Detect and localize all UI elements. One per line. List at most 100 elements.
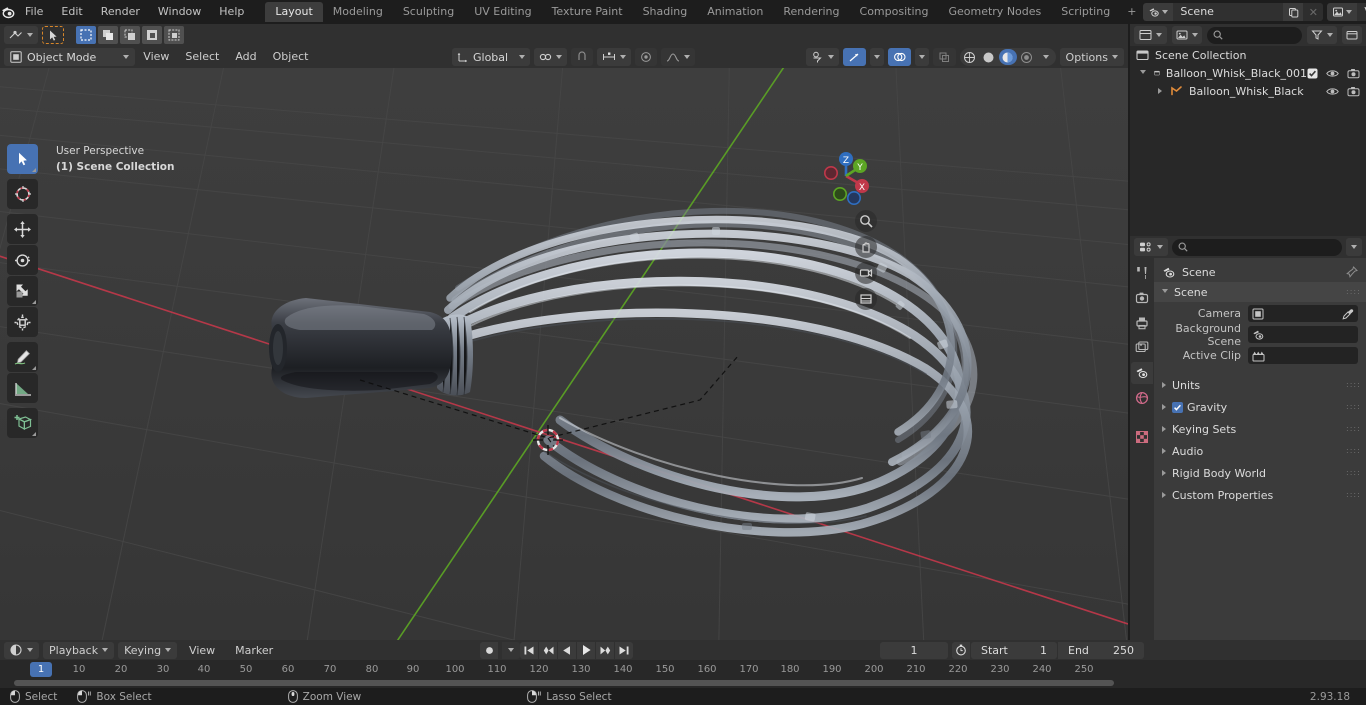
start-value[interactable]: 1 xyxy=(1040,644,1047,657)
menu-window[interactable]: Window xyxy=(149,2,210,22)
select-new-button[interactable] xyxy=(76,26,96,44)
panel-units[interactable]: Units :::: xyxy=(1154,375,1366,395)
shading-solid-button[interactable] xyxy=(980,49,998,65)
cursor-tool[interactable] xyxy=(7,179,38,209)
jump-to-prev-keyframe-button[interactable] xyxy=(539,641,557,659)
tab-rendering[interactable]: Rendering xyxy=(773,2,849,22)
timeline-editor-type-selector[interactable] xyxy=(4,641,39,659)
eyedropper-icon[interactable] xyxy=(1342,308,1354,320)
jump-to-start-button[interactable] xyxy=(520,641,538,659)
outliner-root-row[interactable]: Scene Collection xyxy=(1130,46,1366,64)
editor-type-selector[interactable] xyxy=(4,26,38,44)
tab-scene-properties[interactable] xyxy=(1131,362,1153,384)
keying-menu[interactable]: Keying xyxy=(118,641,178,659)
visibility-selector[interactable] xyxy=(805,48,839,66)
tab-geometry-nodes[interactable]: Geometry Nodes xyxy=(938,2,1051,22)
shading-options-selector[interactable] xyxy=(1037,49,1055,65)
measure-tool[interactable] xyxy=(7,373,38,403)
tab-scripting[interactable]: Scripting xyxy=(1051,2,1120,22)
auto-keying-options[interactable] xyxy=(502,641,520,659)
panel-audio[interactable]: Audio :::: xyxy=(1154,441,1366,461)
outliner-editor-type-selector[interactable] xyxy=(1134,26,1167,44)
tab-view-layer-properties[interactable] xyxy=(1131,337,1153,359)
use-preview-range-button[interactable] xyxy=(952,641,970,659)
xray-toggle-button[interactable] xyxy=(932,48,956,66)
view-layer-icon[interactable] xyxy=(1327,3,1358,21)
background-scene-field[interactable] xyxy=(1248,326,1358,343)
outliner-new-collection-button[interactable] xyxy=(1342,26,1362,44)
tab-shading[interactable]: Shading xyxy=(633,2,698,22)
jump-to-end-button[interactable] xyxy=(615,641,633,659)
panel-scene-header[interactable]: Scene :::: xyxy=(1154,282,1366,302)
proportional-editing-toggle[interactable] xyxy=(635,48,657,66)
disclosure-open-icon[interactable] xyxy=(1140,69,1146,77)
menu-file[interactable]: File xyxy=(16,2,52,22)
overlays-options-selector[interactable] xyxy=(914,48,929,66)
play-button[interactable] xyxy=(577,641,595,659)
tab-sculpting[interactable]: Sculpting xyxy=(393,2,464,22)
scene-selector[interactable]: Scene ✕ xyxy=(1143,3,1324,21)
playhead[interactable]: 1 xyxy=(30,662,52,677)
menu-edit[interactable]: Edit xyxy=(52,2,91,22)
snap-target-selector[interactable] xyxy=(534,48,567,66)
options-button[interactable]: Options xyxy=(1059,48,1124,66)
tab-world-properties[interactable] xyxy=(1131,387,1153,409)
camera-render-icon[interactable] xyxy=(1347,86,1360,97)
tab-render-properties[interactable] xyxy=(1131,287,1153,309)
select-subtract-button[interactable] xyxy=(120,26,140,44)
current-frame-field[interactable]: 1 xyxy=(880,641,948,659)
blender-logo-icon[interactable] xyxy=(0,0,16,24)
annotate-tool[interactable] xyxy=(7,342,38,372)
navigation-gizmo[interactable]: Z Y X xyxy=(814,144,878,208)
panel-rigid-body-world[interactable]: Rigid Body World :::: xyxy=(1154,463,1366,483)
transform-orientation-selector[interactable]: Global xyxy=(452,48,530,66)
scene-name[interactable]: Scene xyxy=(1173,3,1284,21)
move-tool[interactable] xyxy=(7,214,38,244)
tweak-tool[interactable] xyxy=(7,144,38,174)
camera-field[interactable] xyxy=(1248,305,1358,322)
gravity-checkbox[interactable] xyxy=(1172,401,1183,413)
outliner-filter-button[interactable] xyxy=(1307,26,1337,44)
tab-uv-editing[interactable]: UV Editing xyxy=(464,2,541,22)
properties-options-selector[interactable] xyxy=(1346,238,1362,256)
add-workspace-button[interactable]: + xyxy=(1120,2,1143,22)
scene-icon[interactable] xyxy=(1143,3,1174,21)
collection-checkbox[interactable] xyxy=(1307,68,1318,79)
jump-to-next-keyframe-button[interactable] xyxy=(596,641,614,659)
panel-custom-properties[interactable]: Custom Properties :::: xyxy=(1154,485,1366,505)
tab-animation[interactable]: Animation xyxy=(697,2,773,22)
eye-icon[interactable] xyxy=(1326,68,1339,79)
timeline-menu-marker[interactable]: Marker xyxy=(227,642,281,659)
tab-output-properties[interactable] xyxy=(1131,312,1153,334)
3d-viewport[interactable]: User Perspective (1) Scene Collection Z … xyxy=(0,68,1128,640)
transform-tool[interactable] xyxy=(7,307,38,337)
object-mode-selector[interactable]: Object Mode xyxy=(4,48,136,66)
scale-tool[interactable] xyxy=(7,276,38,306)
unlink-scene-button[interactable]: ✕ xyxy=(1303,3,1324,21)
tab-compositing[interactable]: Compositing xyxy=(850,2,939,22)
panel-gravity[interactable]: Gravity :::: xyxy=(1154,397,1366,417)
viewport-menu-view[interactable]: View xyxy=(135,48,177,66)
tab-texture-paint[interactable]: Texture Paint xyxy=(542,2,633,22)
select-intersect-button[interactable] xyxy=(164,26,184,44)
shading-rendered-button[interactable] xyxy=(1018,49,1036,65)
end-value[interactable]: 250 xyxy=(1113,644,1134,657)
viewport-menu-object[interactable]: Object xyxy=(265,48,317,66)
falloff-curve-selector[interactable] xyxy=(661,48,695,66)
view-layer-name[interactable]: View Layer xyxy=(1357,3,1366,21)
viewport-menu-add[interactable]: Add xyxy=(227,48,264,66)
outliner-row-object[interactable]: Balloon_Whisk_Black xyxy=(1130,82,1366,100)
new-scene-button[interactable] xyxy=(1283,3,1304,21)
timeline-menu-view[interactable]: View xyxy=(181,642,223,659)
active-tool-icon[interactable] xyxy=(42,26,64,44)
tab-texture-properties[interactable] xyxy=(1131,426,1153,448)
camera-view-button[interactable] xyxy=(855,262,877,284)
tab-layout[interactable]: Layout xyxy=(265,2,323,22)
menu-help[interactable]: Help xyxy=(210,2,253,22)
shading-material-button[interactable] xyxy=(998,49,1017,65)
select-invert-button[interactable] xyxy=(142,26,162,44)
outliner-search-input[interactable] xyxy=(1207,26,1302,44)
shading-wireframe-button[interactable] xyxy=(961,49,979,65)
camera-render-icon[interactable] xyxy=(1347,68,1360,79)
menu-render[interactable]: Render xyxy=(92,2,149,22)
